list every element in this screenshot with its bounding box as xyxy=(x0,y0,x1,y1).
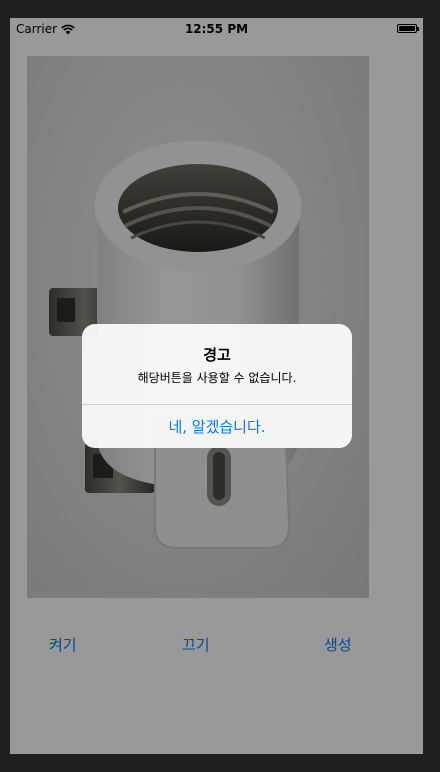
alert-title: 경고 xyxy=(203,346,231,364)
alert-confirm-button[interactable]: 네, 알겠습니다. xyxy=(82,405,352,448)
phone-screen: Carrier 12:55 PM 켜기 끄기 생성 경고 해당버튼을 사용할 수… xyxy=(10,18,423,754)
alert-message: 해당버튼을 사용할 수 없습니다. xyxy=(137,371,297,385)
alert-dialog: 경고 해당버튼을 사용할 수 없습니다. 네, 알겠습니다. xyxy=(82,324,352,448)
